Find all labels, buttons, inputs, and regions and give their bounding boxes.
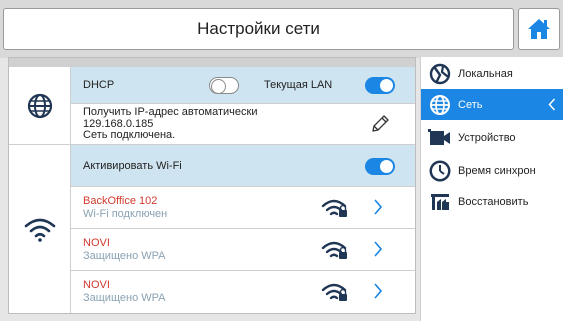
wifi-icon [24, 218, 55, 242]
globe-icon [421, 94, 458, 116]
home-icon [528, 19, 550, 39]
sidebar-item-device[interactable]: Устройство [421, 122, 563, 153]
network-status: Защищено WPA [83, 292, 166, 304]
sidebar-item-label: Устройство [458, 131, 516, 144]
home-button[interactable] [518, 8, 560, 50]
wifi-network-row[interactable]: NOVI Защищено WPA [71, 271, 415, 313]
pencil-icon[interactable] [369, 113, 391, 135]
chevron-left-icon [548, 98, 556, 111]
camera-icon [421, 128, 458, 148]
sidebar-item-label: Восстановить [458, 195, 529, 208]
dhcp-toggle[interactable] [209, 77, 239, 94]
lan-section-icon-cell [9, 67, 71, 145]
locale-icon [421, 63, 458, 85]
sidebar-item-time-sync[interactable]: Время синхрон [421, 155, 563, 186]
clock-icon [421, 159, 458, 183]
settings-sidebar: Локальная Сеть Устройство Время синхрон … [420, 57, 563, 321]
sidebar-item-locale[interactable]: Локальная [421, 58, 563, 89]
globe-icon [27, 93, 52, 118]
wifi-locked-signal-icon [321, 283, 347, 301]
network-name: NOVI [83, 237, 110, 249]
wifi-section-icon-cell [9, 145, 71, 313]
page-title: Настройки сети [197, 19, 320, 38]
network-status: Wi-Fi подключен [83, 208, 168, 220]
wifi-network-row[interactable]: BackOffice 102 Wi-Fi подключен [71, 187, 415, 229]
connection-status-text: Сеть подключена. [83, 129, 176, 141]
network-settings-panel: DHCP Текущая LAN Получить IP-адрес автом… [8, 57, 416, 314]
current-lan-toggle[interactable] [365, 77, 395, 94]
ip-mode-text: Получить IP-адрес автоматически [83, 106, 258, 118]
dhcp-label: DHCP [83, 79, 115, 91]
sidebar-item-restore[interactable]: Восстановить [421, 186, 563, 217]
sidebar-item-network[interactable]: Сеть [421, 89, 563, 120]
panel-top-strip [9, 58, 415, 67]
header-bar: Настройки сети [0, 0, 563, 58]
ip-settings-row[interactable]: Получить IP-адрес автоматически 129.168.… [71, 104, 415, 145]
current-lan-label: Текущая LAN [264, 79, 333, 91]
wifi-activate-label: Активировать Wi-Fi [83, 160, 182, 172]
ip-info: Получить IP-адрес автоматически 129.168.… [83, 106, 258, 142]
factory-icon [421, 192, 458, 212]
wifi-locked-signal-icon [321, 199, 347, 217]
wifi-activate-row: Активировать Wi-Fi [71, 145, 415, 187]
sidebar-item-label: Локальная [458, 67, 513, 80]
network-name: BackOffice 102 [83, 195, 158, 207]
chevron-right-icon [374, 283, 383, 299]
wifi-locked-signal-icon [321, 241, 347, 259]
dhcp-row: DHCP Текущая LAN [71, 67, 415, 104]
sidebar-item-label: Время синхрон [458, 164, 536, 177]
wifi-network-row[interactable]: NOVI Защищено WPA [71, 229, 415, 271]
network-name: NOVI [83, 279, 110, 291]
chevron-right-icon [374, 241, 383, 257]
wifi-activate-toggle[interactable] [365, 158, 395, 175]
network-status: Защищено WPA [83, 250, 166, 262]
page-title-box: Настройки сети [3, 8, 514, 50]
chevron-right-icon [374, 199, 383, 215]
